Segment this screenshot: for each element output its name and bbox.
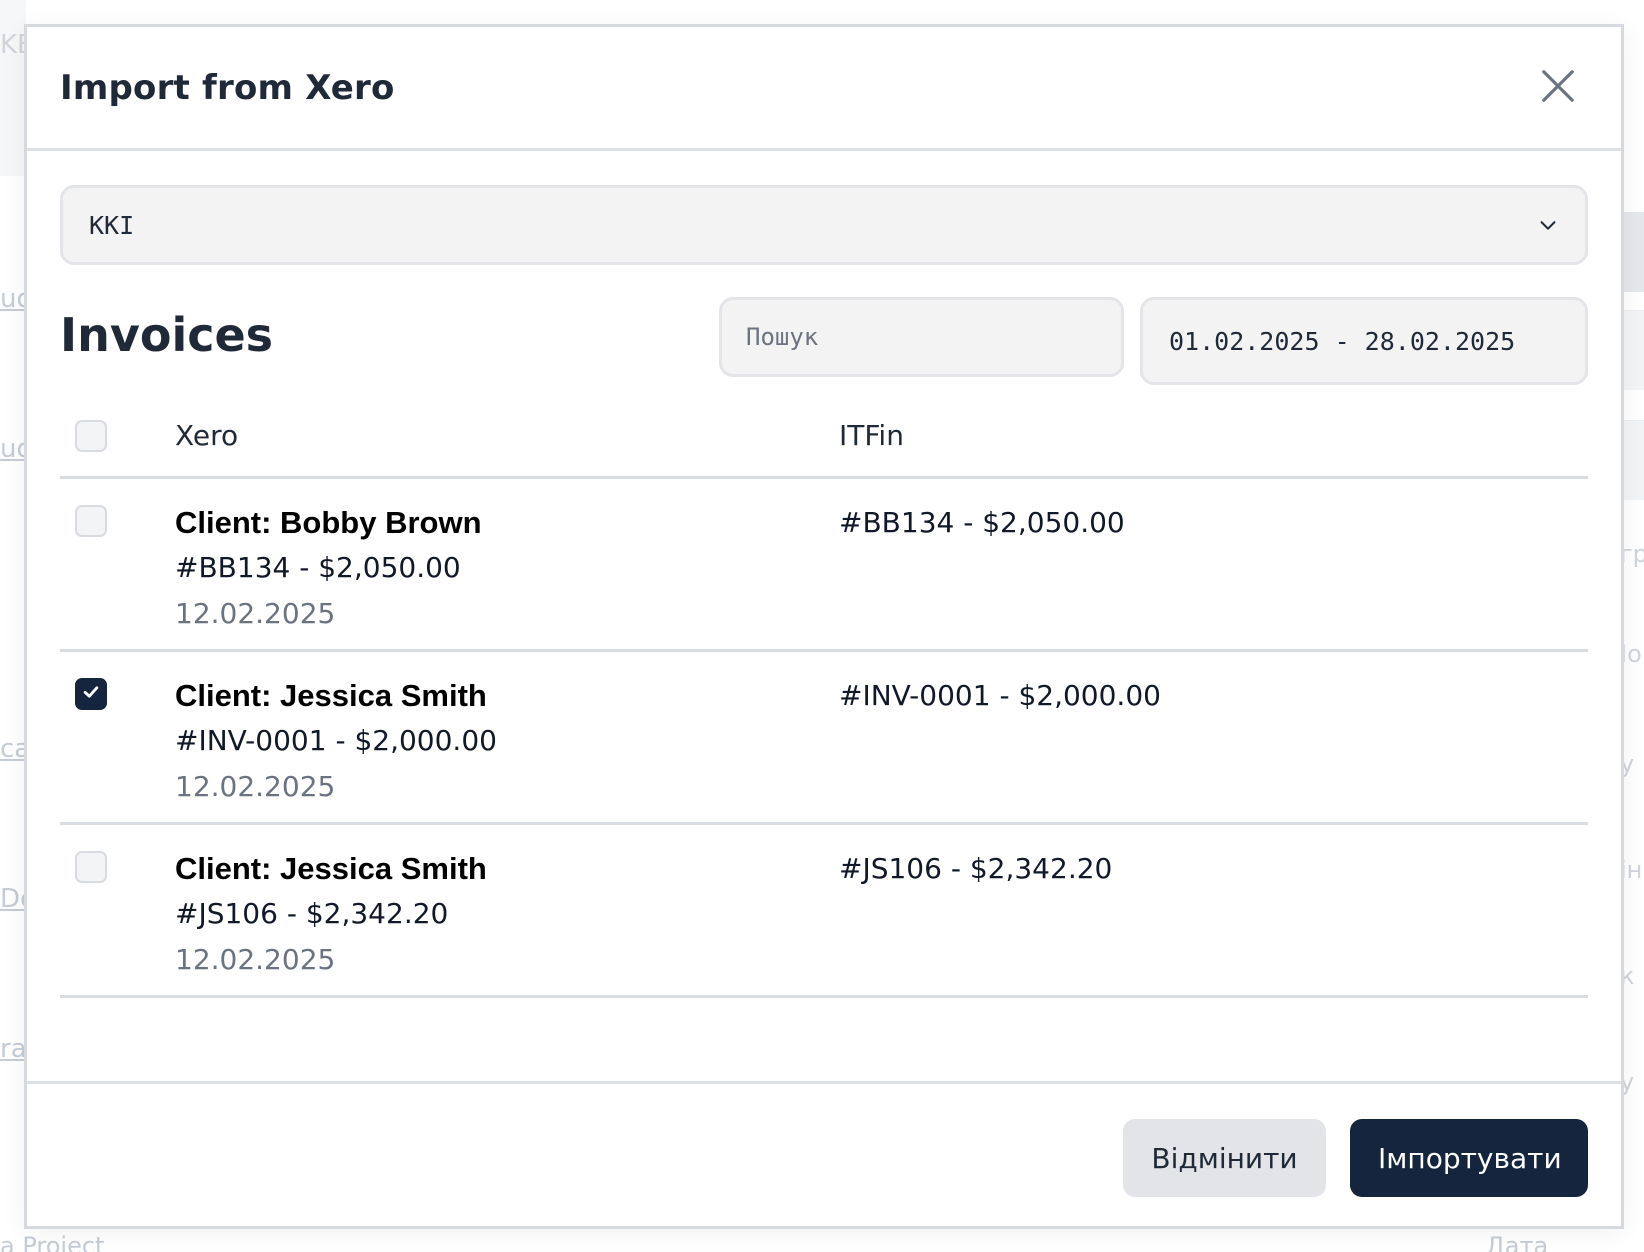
select-all-checkbox[interactable] <box>75 419 107 452</box>
background-link-fragment: ra <box>0 1034 26 1064</box>
client-name: Client: Bobby Brown <box>175 505 482 540</box>
column-header-xero: Xero <box>175 419 239 452</box>
itfin-invoice: #INV-0001 - $2,000.00 <box>839 679 1161 712</box>
row-checkbox[interactable] <box>75 851 107 883</box>
table-row: Client: Jessica Smith #INV-0001 - $2,000… <box>60 652 1588 825</box>
itfin-invoice: #BB134 - $2,050.00 <box>839 506 1125 539</box>
row-checkbox[interactable] <box>75 678 107 710</box>
invoices-toolbar: Invoices 01.02.2025 - 28.02.2025 <box>60 297 1588 385</box>
invoice-number: #INV-0001 - $2,000.00 <box>175 724 497 757</box>
organization-select[interactable]: KKI <box>60 185 1588 265</box>
filters: 01.02.2025 - 28.02.2025 <box>719 297 1588 385</box>
search-input[interactable] <box>719 297 1124 377</box>
background-link-fragment: ud <box>0 284 26 314</box>
chevron-down-icon <box>1537 214 1559 236</box>
itfin-cell: #JS106 - $2,342.20 <box>839 849 1588 889</box>
invoice-date: 12.02.2025 <box>175 597 336 630</box>
table-row: Client: Bobby Brown #BB134 - $2,050.00 1… <box>60 479 1588 652</box>
close-button[interactable] <box>1532 62 1584 114</box>
background-link-fragment: De <box>0 884 26 914</box>
table-header: Xero ITFin <box>60 395 1588 479</box>
row-checkbox[interactable] <box>75 505 107 537</box>
invoice-number: #JS106 - $2,342.20 <box>175 897 449 930</box>
itfin-cell: #INV-0001 - $2,000.00 <box>839 676 1588 716</box>
background-fragment: a Project <box>0 1232 105 1252</box>
close-icon <box>1539 67 1577 109</box>
client-name: Client: Jessica Smith <box>175 678 487 713</box>
check-icon <box>81 682 101 706</box>
modal-footer: Відмінити Імпортувати <box>27 1081 1621 1226</box>
background-header-strip <box>0 0 26 176</box>
itfin-cell: #BB134 - $2,050.00 <box>839 503 1588 543</box>
invoice-date: 12.02.2025 <box>175 770 336 803</box>
background-fragment: KE <box>0 30 26 60</box>
import-button[interactable]: Імпортувати <box>1350 1119 1588 1197</box>
xero-cell: Client: Bobby Brown #BB134 - $2,050.00 1… <box>175 503 839 637</box>
date-range-picker[interactable]: 01.02.2025 - 28.02.2025 <box>1140 297 1588 385</box>
invoice-date: 12.02.2025 <box>175 943 336 976</box>
background-link-fragment: ca <box>0 734 26 764</box>
background-fragment: Дата <box>1486 1232 1549 1252</box>
cancel-button[interactable]: Відмінити <box>1123 1119 1326 1197</box>
column-header-itfin: ITFin <box>839 419 904 452</box>
client-name: Client: Jessica Smith <box>175 851 487 886</box>
table-row: Client: Jessica Smith #JS106 - $2,342.20… <box>60 825 1588 998</box>
modal-title: Import from Xero <box>60 67 395 108</box>
xero-cell: Client: Jessica Smith #JS106 - $2,342.20… <box>175 849 839 983</box>
modal-header: Import from Xero <box>27 27 1621 151</box>
invoices-table: Xero ITFin Client: Bobby Brown #BB134 - … <box>60 395 1588 998</box>
organization-select-value: KKI <box>89 210 135 240</box>
section-title: Invoices <box>60 308 274 362</box>
background-link-fragment: ud <box>0 434 26 464</box>
modal-body: KKI Invoices 01.02.2025 - 28.02.2025 Xer… <box>27 151 1621 998</box>
import-modal: Import from Xero KKI Invoices 01.0 <box>24 24 1624 1229</box>
xero-cell: Client: Jessica Smith #INV-0001 - $2,000… <box>175 676 839 810</box>
invoice-number: #BB134 - $2,050.00 <box>175 551 461 584</box>
itfin-invoice: #JS106 - $2,342.20 <box>839 852 1113 885</box>
